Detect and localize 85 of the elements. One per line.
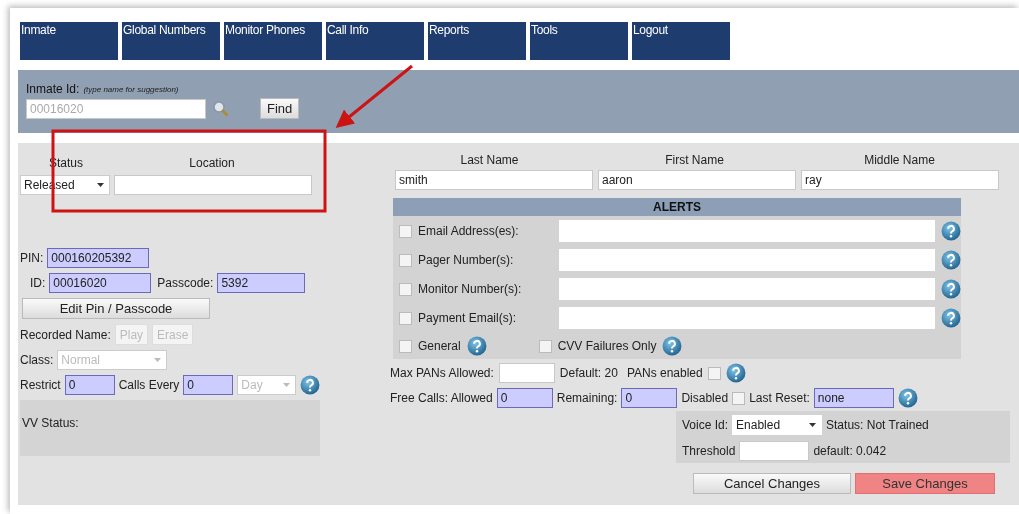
field-label: PANs enabled (626, 366, 703, 380)
id-field[interactable]: 00016020 (49, 273, 152, 293)
caret-icon (283, 383, 290, 387)
field-label: Max PANs Allowed: (390, 366, 494, 380)
name-field[interactable]: smith (395, 170, 593, 190)
field-label: Threshold (682, 444, 736, 458)
last-reset-field[interactable]: none (813, 388, 894, 408)
help-icon[interactable] (300, 375, 320, 395)
field-label: Pager Number(s): (418, 253, 515, 267)
inmate-id-field[interactable]: 00016020 (26, 98, 206, 119)
help-icon[interactable] (941, 250, 961, 270)
field-label: Inmate Id: (26, 82, 80, 96)
nav-tab[interactable]: Inmate (20, 22, 118, 60)
status-text: Status: Not Trained (826, 418, 929, 432)
nav-tab[interactable]: Monitor Phones (224, 22, 322, 60)
field-label: Remaining: (556, 391, 618, 405)
field-label: VV Status: (22, 416, 79, 430)
checkbox[interactable] (538, 339, 552, 353)
nav-tab[interactable]: Call Info (326, 22, 424, 60)
checkbox[interactable] (707, 366, 721, 380)
restrict-field[interactable]: 0 (64, 375, 115, 395)
field-label: default: 0.042 (813, 444, 887, 458)
nav-tab[interactable]: Tools (530, 22, 628, 60)
location-field[interactable] (114, 175, 312, 195)
checkbox[interactable] (399, 253, 412, 267)
cancel-button[interactable]: Cancel Changes (693, 473, 851, 494)
alert-field[interactable] (558, 220, 935, 242)
passcode-field[interactable]: 5392 (217, 273, 306, 293)
column-label: Location (188, 156, 236, 170)
section-header: ALERTS (393, 198, 961, 216)
field-label: Default: 20 (559, 366, 618, 380)
caret-icon (154, 358, 162, 362)
field-label: CVV Failures Only (557, 339, 657, 353)
field-label: Disabled (681, 391, 729, 405)
alert-field[interactable] (558, 249, 935, 271)
field-label: Monitor Number(s): (418, 282, 523, 296)
field-label: Voice Id: (682, 418, 729, 432)
alert-field[interactable] (558, 307, 935, 329)
column-label: Middle Name (863, 153, 936, 167)
field-label: General (418, 339, 461, 353)
pin-field[interactable]: 000160205392 (47, 248, 150, 268)
caret-icon (97, 183, 104, 187)
field-label: Payment Email(s): (418, 311, 518, 325)
checkbox[interactable] (399, 224, 412, 238)
nav-tab[interactable]: Reports (428, 22, 526, 60)
field-label: Free Calls: Allowed (390, 391, 493, 405)
checkbox[interactable] (399, 311, 412, 325)
help-icon[interactable] (662, 336, 683, 356)
field-label: Last Reset: (749, 391, 810, 405)
name-field[interactable]: aaron (598, 170, 796, 190)
caret-icon (809, 423, 817, 427)
hint-text: (type name for suggestion) (83, 84, 179, 94)
calls-field[interactable]: 0 (183, 375, 234, 395)
search-icon[interactable] (212, 99, 230, 118)
field-label: Passcode: (157, 276, 214, 290)
name-field[interactable]: ray (801, 170, 999, 190)
nav-tab[interactable]: Global Numbers (122, 22, 220, 60)
field-label: Recorded Name: (20, 327, 111, 342)
field-label: Email Address(es): (418, 224, 520, 238)
checkbox[interactable] (399, 282, 412, 296)
alert-field[interactable] (558, 278, 935, 300)
help-icon[interactable] (466, 336, 487, 356)
field-label: Restrict (20, 378, 61, 392)
help-icon[interactable] (941, 308, 961, 328)
checkbox[interactable] (399, 339, 412, 353)
remaining-field[interactable]: 0 (621, 388, 678, 408)
field-label: ID: (30, 276, 46, 290)
field-label: Calls Every (118, 378, 180, 392)
help-icon[interactable] (941, 279, 961, 299)
find-button[interactable]: Find (260, 98, 300, 119)
allowed-field[interactable]: 0 (496, 388, 553, 408)
field-label: PIN: (20, 251, 44, 265)
field-label: Class: (20, 353, 54, 367)
column-label: Last Name (459, 153, 520, 167)
voice-id-dropdown[interactable]: Enabled (732, 415, 823, 435)
threshold-field[interactable] (739, 441, 810, 461)
help-icon[interactable] (725, 363, 746, 383)
max-pans-field[interactable] (498, 363, 555, 383)
checkbox[interactable] (732, 391, 746, 405)
save-button[interactable]: Save Changes (855, 473, 995, 494)
edit-pin-button[interactable]: Edit Pin / Passcode (22, 298, 210, 319)
column-label: First Name (664, 153, 725, 167)
help-icon[interactable] (897, 388, 918, 408)
help-icon[interactable] (941, 221, 961, 241)
nav-tab[interactable]: Logout (632, 22, 730, 60)
